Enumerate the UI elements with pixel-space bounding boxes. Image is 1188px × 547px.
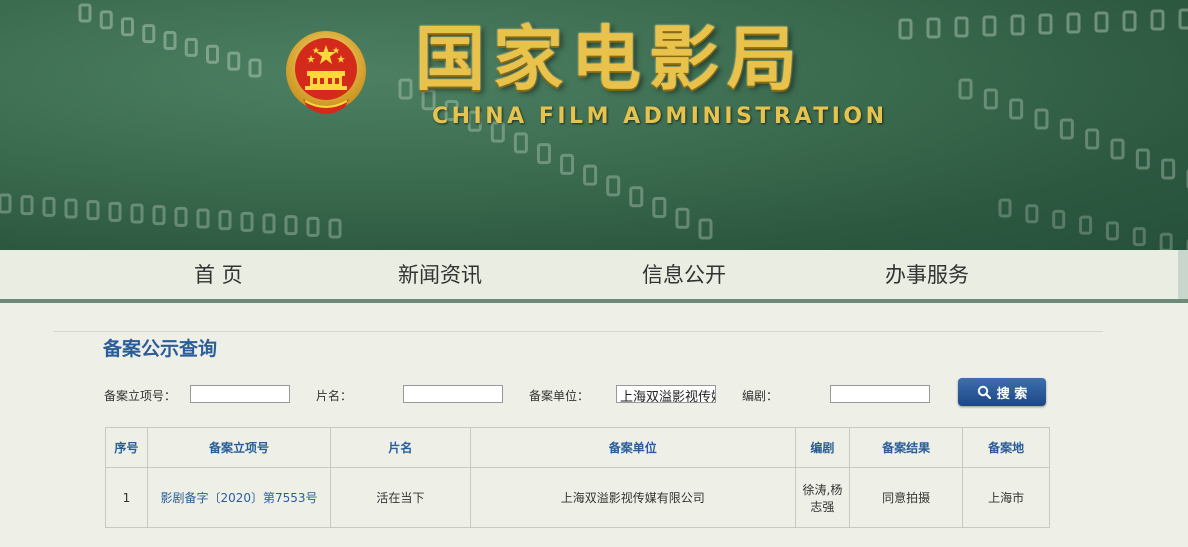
col-header-record-unit: 备案单位	[469, 427, 797, 468]
search-button[interactable]: 搜 索	[958, 378, 1046, 406]
record-unit-label: 备案单位：	[529, 389, 590, 403]
col-header-film-title: 片名	[330, 427, 471, 468]
title-char: 国	[415, 18, 487, 100]
col-header-index: 序号	[105, 427, 148, 468]
section-title: 备案公示查询	[103, 338, 218, 360]
site-title-english: CHINA FILM ADMINISTRATION	[432, 104, 888, 129]
title-char: 家	[493, 18, 565, 100]
nav-item-info-disclosure[interactable]: 信息公开	[642, 250, 726, 300]
cell-film-title: 活在当下	[330, 467, 471, 528]
content-divider	[53, 331, 1103, 332]
table-header-row: 序号 备案立项号 片名 备案单位 编剧 备案结果 备案地	[105, 427, 1050, 468]
film-title-label: 片名：	[316, 389, 353, 403]
results-table: 序号 备案立项号 片名 备案单位 编剧 备案结果 备案地 1 影剧备字〔2020…	[105, 427, 1050, 528]
cell-writer: 徐涛,杨志强	[795, 467, 850, 528]
title-char: 电	[571, 18, 643, 100]
table-row: 1 影剧备字〔2020〕第7553号 活在当下 上海双溢影视传媒有限公司 徐涛,…	[105, 467, 1050, 528]
record-no-input[interactable]	[190, 385, 290, 403]
film-title-input[interactable]	[403, 385, 503, 403]
nav-item-home[interactable]: 首 页	[194, 250, 243, 300]
cell-record-unit: 上海双溢影视传媒有限公司	[469, 467, 797, 528]
cell-record-no-link[interactable]: 影剧备字〔2020〕第7553号	[146, 467, 332, 528]
writer-input[interactable]	[830, 385, 930, 403]
cell-index: 1	[105, 467, 148, 528]
record-no-label: 备案立项号：	[104, 389, 177, 403]
col-header-writer: 编剧	[795, 427, 850, 468]
col-header-location: 备案地	[962, 427, 1050, 468]
title-char: 局	[727, 18, 799, 100]
col-header-result: 备案结果	[848, 427, 964, 468]
search-button-label: 搜 索	[996, 386, 1028, 402]
header-banner: 国 家 电 影 局 CHINA FILM ADMINISTRATION	[0, 0, 1188, 250]
title-char: 影	[649, 18, 721, 100]
record-unit-input[interactable]: 上海双溢影视传娱	[616, 385, 716, 403]
main-nav: 首 页 新闻资讯 信息公开 办事服务	[0, 250, 1188, 300]
nav-item-news[interactable]: 新闻资讯	[398, 250, 482, 300]
nav-edge-decoration	[1178, 250, 1188, 300]
cell-result: 同意拍摄	[848, 467, 964, 528]
search-icon	[977, 385, 991, 399]
site-title-chinese: 国 家 电 影 局	[415, 18, 799, 100]
national-emblem-icon	[285, 27, 367, 122]
col-header-record-no: 备案立项号	[146, 427, 332, 468]
nav-item-services[interactable]: 办事服务	[885, 250, 969, 300]
writer-label: 编剧：	[742, 389, 779, 403]
cell-location: 上海市	[962, 467, 1050, 528]
